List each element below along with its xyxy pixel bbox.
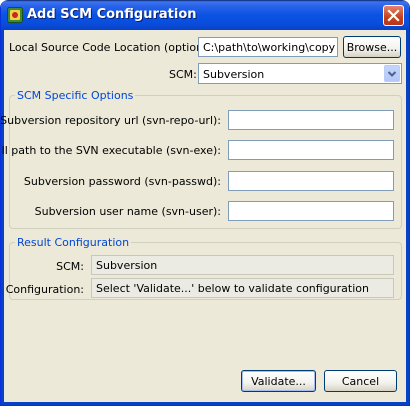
svn-passwd-input[interactable] xyxy=(228,171,394,191)
result-scm-label: SCM: xyxy=(56,260,84,273)
svn-user-label: Subversion user name (svn-user): xyxy=(34,205,221,218)
result-scm-field: Subversion xyxy=(91,255,394,275)
close-button[interactable] xyxy=(383,5,404,26)
scm-select[interactable]: Subversion xyxy=(198,63,402,84)
cancel-button[interactable]: Cancel xyxy=(324,370,397,392)
browse-button[interactable]: Browse... xyxy=(343,36,401,58)
chevron-down-icon xyxy=(387,71,397,77)
svn-passwd-label: Subversion password (svn-passwd): xyxy=(23,175,221,188)
close-icon xyxy=(387,9,400,22)
svn-repo-url-label: Subversion repository url (svn-repo-url)… xyxy=(0,114,221,127)
svn-user-input[interactable] xyxy=(228,201,394,221)
window-border-right xyxy=(406,30,409,405)
scm-selected-value: Subversion xyxy=(203,68,265,81)
app-icon xyxy=(7,7,23,23)
result-config-field: Select 'Validate...' below to validate c… xyxy=(91,278,394,298)
validate-button[interactable]: Validate... xyxy=(241,370,316,392)
title-bar[interactable]: Add SCM Configuration xyxy=(1,0,409,30)
svn-exe-input[interactable] xyxy=(228,140,394,160)
scm-label: SCM: xyxy=(169,68,197,81)
window-border-left xyxy=(1,30,4,405)
result-config-group-title: Result Configuration xyxy=(15,236,132,249)
source-location-label: Local Source Code Location (optional): xyxy=(9,41,221,54)
svn-repo-url-input[interactable] xyxy=(228,110,394,130)
window-title: Add SCM Configuration xyxy=(27,7,197,22)
dialog-window: Add SCM Configuration Local Source Code … xyxy=(0,0,410,406)
result-config-label: Configuration: xyxy=(5,283,84,296)
svn-exe-label: Full path to the SVN executable (svn-exe… xyxy=(0,144,221,157)
window-border-bottom xyxy=(1,402,409,405)
scm-dropdown-button[interactable] xyxy=(384,65,400,82)
scm-options-group-title: SCM Specific Options xyxy=(15,89,136,102)
source-location-input[interactable]: C:\path\to\working\copy xyxy=(198,37,338,57)
